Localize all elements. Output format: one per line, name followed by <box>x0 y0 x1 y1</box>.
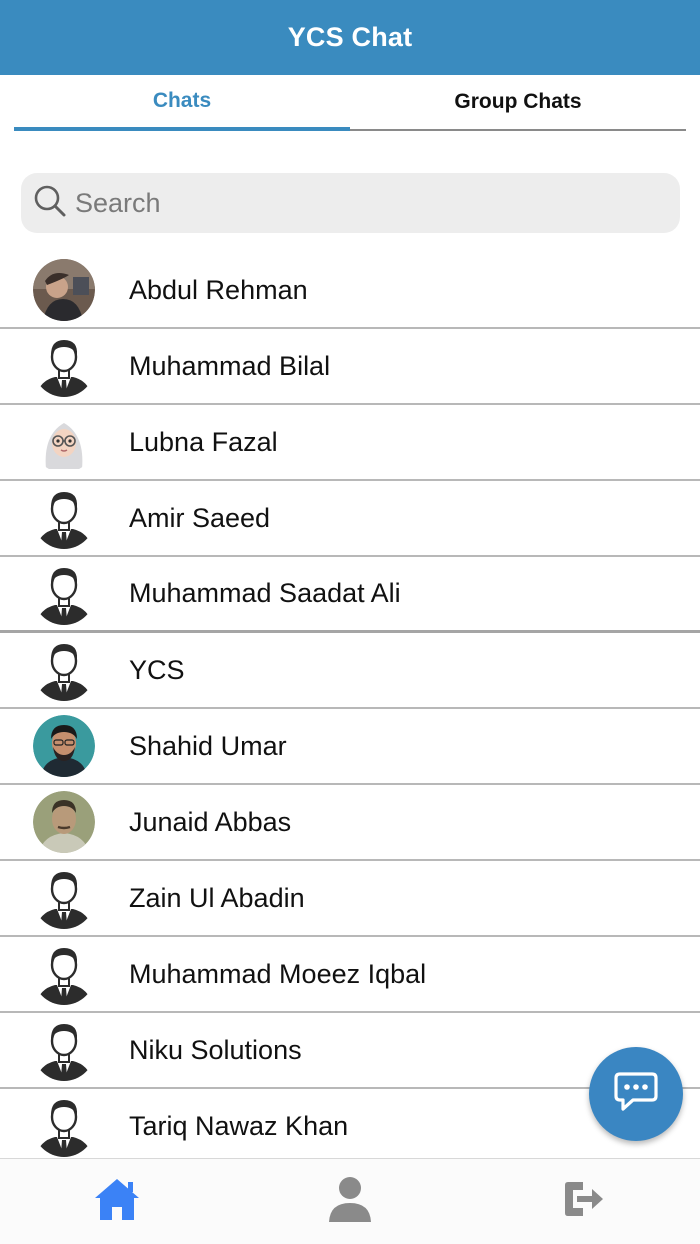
default-user-icon <box>33 335 95 397</box>
contact-name: Muhammad Bilal <box>129 350 331 381</box>
tab-chats[interactable]: Chats <box>14 75 350 131</box>
chat-row[interactable]: Zain Ul Abadin <box>0 861 700 937</box>
chat-row[interactable]: Amir Saeed <box>0 481 700 557</box>
app-title: YCS Chat <box>287 22 413 52</box>
chat-row[interactable]: Muhammad Bilal <box>0 329 700 405</box>
avatar-photo <box>33 715 95 777</box>
person-icon <box>328 1175 372 1228</box>
nav-profile[interactable] <box>233 1159 466 1244</box>
default-user-icon <box>33 1019 95 1081</box>
default-user-icon <box>33 943 95 1005</box>
tab-group-chats[interactable]: Group Chats <box>350 75 686 131</box>
tab-bar: Chats Group Chats <box>14 75 686 131</box>
chat-bubble-icon <box>613 1071 659 1118</box>
contact-name: Abdul Rehman <box>129 274 308 305</box>
contact-name: Muhammad Saadat Ali <box>129 578 401 608</box>
search-input[interactable] <box>75 187 655 219</box>
contact-name: Tariq Nawaz Khan <box>129 1110 349 1141</box>
avatar-photo <box>33 259 95 321</box>
new-chat-button[interactable] <box>589 1047 683 1141</box>
logout-icon <box>561 1179 605 1224</box>
bottom-navigation <box>0 1158 700 1244</box>
contact-name: Junaid Abbas <box>129 806 292 837</box>
contact-name: YCS <box>129 654 185 685</box>
contact-name: Zain Ul Abadin <box>129 882 305 913</box>
contact-name: Amir Saeed <box>129 502 271 533</box>
avatar-photo <box>33 791 95 853</box>
default-user-icon <box>33 487 95 549</box>
default-user-icon <box>33 563 95 625</box>
home-icon <box>93 1176 141 1227</box>
chat-row[interactable]: YCS <box>0 633 700 709</box>
chat-row[interactable]: Abdul Rehman <box>0 253 700 329</box>
nav-home[interactable] <box>0 1159 233 1244</box>
contact-name: Lubna Fazal <box>129 426 278 457</box>
default-user-icon <box>33 639 95 701</box>
contact-name: Shahid Umar <box>129 730 287 761</box>
chat-row[interactable]: Junaid Abbas <box>0 785 700 861</box>
chat-row[interactable]: Muhammad Moeez Iqbal <box>0 937 700 1013</box>
contact-name: Muhammad Moeez Iqbal <box>129 958 427 989</box>
chat-row[interactable]: Shahid Umar <box>0 709 700 785</box>
default-user-icon <box>33 867 95 929</box>
app-header: YCS Chat <box>0 0 700 75</box>
hijab-glasses-avatar <box>33 411 95 473</box>
default-user-icon <box>33 1095 95 1157</box>
search-icon <box>33 184 67 223</box>
contact-name: Niku Solutions <box>129 1034 302 1065</box>
chat-row[interactable]: Muhammad Saadat Ali <box>0 557 700 633</box>
chat-list: Abdul Rehman Muhammad Bilal Lubna Fazal … <box>0 253 700 1158</box>
search-bar[interactable] <box>21 173 680 233</box>
nav-logout[interactable] <box>467 1159 700 1244</box>
chat-row[interactable]: Lubna Fazal <box>0 405 700 481</box>
